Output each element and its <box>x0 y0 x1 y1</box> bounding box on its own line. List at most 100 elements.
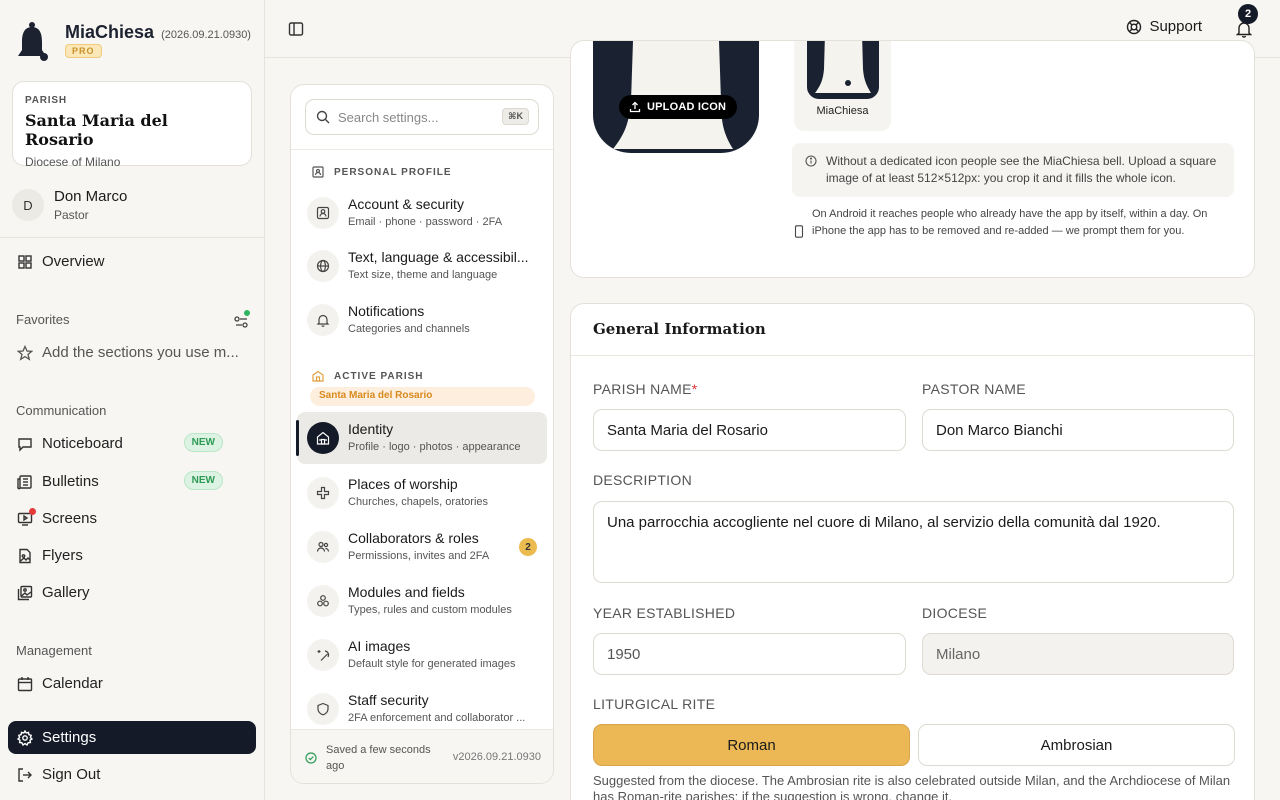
globe-icon <box>316 259 330 273</box>
required-asterisk: * <box>691 381 698 397</box>
settings-item-title: AI images <box>348 638 411 654</box>
app-icon-card: UPLOAD ICON MiaChiesa Without a dedicate… <box>570 40 1255 278</box>
settings-item-language[interactable]: Text, language & accessibil... Text size… <box>297 240 547 292</box>
settings-item-desc: 2FA enforcement and collaborator ... <box>348 712 526 724</box>
settings-item-identity[interactable]: Identity Profile · logo · photos · appea… <box>296 412 547 464</box>
settings-item-collaborators[interactable]: Collaborators & roles Permissions, invit… <box>297 521 547 573</box>
rite-roman-button[interactable]: Roman <box>593 724 910 766</box>
parish-card-label: PARISH <box>25 95 67 106</box>
settings-item-title: Modules and fields <box>348 584 465 600</box>
rite-ambrosian-button[interactable]: Ambrosian <box>918 724 1235 766</box>
icon-info-text: Without a dedicated icon people see the … <box>826 154 1217 185</box>
preview-app-name: MiaChiesa <box>816 105 869 117</box>
brand[interactable]: MiaChiesa (2026.09.21.0930) PRO <box>16 18 256 64</box>
nav-bulletins-label: Bulletins <box>42 473 99 490</box>
user-card-icon <box>316 206 330 220</box>
bell-logo-icon <box>18 22 48 61</box>
favorites-add-hint[interactable]: Add the sections you use m... <box>8 336 256 369</box>
settings-item-title: Collaborators & roles <box>348 530 479 546</box>
general-info-card: General Information PARISH NAME* Santa M… <box>570 303 1255 800</box>
pro-badge: PRO <box>65 44 102 58</box>
settings-item-modules[interactable]: Modules and fields Types, rules and cust… <box>297 575 547 627</box>
settings-item-account[interactable]: Account & security Email · phone · passw… <box>297 187 547 239</box>
parish-name-input[interactable]: Santa Maria del Rosario <box>593 409 906 451</box>
settings-item-title: Account & security <box>348 196 464 212</box>
settings-item-desc: Default style for generated images <box>348 658 516 670</box>
images-icon <box>17 585 33 600</box>
favorites-edit-icon[interactable] <box>234 310 250 328</box>
sidebar: MiaChiesa (2026.09.21.0930) PRO PARISH S… <box>0 0 265 800</box>
year-established-label: YEAR ESTABLISHED <box>593 605 736 621</box>
pastor-name-input[interactable]: Don Marco Bianchi <box>922 409 1234 451</box>
settings-item-title: Identity <box>348 421 394 437</box>
user-profile[interactable]: D Don Marco Pastor <box>12 185 252 225</box>
sparkle-brush-icon <box>317 650 330 661</box>
management-heading: Management <box>16 643 92 658</box>
personal-profile-heading: PERSONAL PROFILE <box>312 166 452 178</box>
info-icon <box>805 155 817 167</box>
file-image-icon <box>19 548 31 563</box>
nav-gallery[interactable]: Gallery <box>8 576 256 609</box>
settings-panel: ⌘K PERSONAL PROFILE Account & security E… <box>290 84 554 784</box>
nav-settings[interactable]: Settings <box>8 721 256 754</box>
settings-item-desc: Email · phone · password · 2FA <box>348 216 503 228</box>
settings-item-desc: Categories and channels <box>348 323 470 335</box>
parish-card-diocese: Diocese of Milano <box>25 155 121 169</box>
diocese-label: DIOCESE <box>922 605 988 621</box>
smartphone-icon <box>794 225 804 238</box>
nav-calendar[interactable]: Calendar <box>8 667 256 700</box>
settings-search[interactable]: ⌘K <box>305 99 539 135</box>
search-shortcut: ⌘K <box>502 108 529 125</box>
nav-overview[interactable]: Overview <box>8 245 256 278</box>
app-icon-preview[interactable]: UPLOAD ICON <box>593 41 759 153</box>
avatar: D <box>12 189 44 221</box>
support-button[interactable]: Support <box>1126 18 1202 35</box>
nav-flyers[interactable]: Flyers <box>8 539 256 572</box>
brand-version: (2026.09.21.0930) <box>161 29 251 41</box>
active-parish-heading: ACTIVE PARISH <box>312 370 424 382</box>
card-header: General Information <box>571 304 1254 356</box>
nav-flyers-label: Flyers <box>42 547 83 564</box>
nav-bulletins[interactable]: Bulletins NEW <box>8 465 256 498</box>
saved-status: Saved a few seconds ago <box>326 744 431 772</box>
search-input[interactable] <box>338 109 488 125</box>
settings-item-places[interactable]: Places of worship Churches, chapels, ora… <box>297 467 547 519</box>
upload-icon-label: UPLOAD ICON <box>647 101 727 113</box>
divider <box>0 237 265 238</box>
diocese-input: Milano <box>922 633 1234 675</box>
settings-item-ai-images[interactable]: AI images Default style for generated im… <box>297 629 547 681</box>
cross-icon <box>316 486 330 500</box>
nav-sign-out[interactable]: Sign Out <box>8 758 256 791</box>
small-app-icon <box>807 41 879 99</box>
parish-name-label: PARISH NAME* <box>593 381 698 397</box>
support-label: Support <box>1149 18 1202 35</box>
settings-item-title: Staff security <box>348 692 429 708</box>
nav-noticeboard[interactable]: Noticeboard NEW <box>8 427 256 460</box>
nav-screens[interactable]: Screens <box>8 502 256 535</box>
star-icon <box>17 344 33 361</box>
communication-heading: Communication <box>16 403 107 418</box>
pending-count-badge: 2 <box>519 538 537 556</box>
lifebuoy-icon <box>1127 19 1142 34</box>
year-established-input[interactable]: 1950 <box>593 633 906 675</box>
favorites-heading: Favorites <box>16 312 70 327</box>
description-textarea[interactable]: Una parrocchia accogliente nel cuore di … <box>593 501 1234 583</box>
settings-item-staff-security[interactable]: Staff security 2FA enforcement and colla… <box>297 683 547 735</box>
settings-item-notifications[interactable]: Notifications Categories and channels <box>297 294 547 346</box>
icon-info-box: Without a dedicated icon people see the … <box>792 143 1234 197</box>
settings-item-title: Notifications <box>348 303 425 319</box>
nav-sign-out-label: Sign Out <box>42 766 101 783</box>
notification-count-badge: 2 <box>1238 4 1258 24</box>
parish-card-name: Santa Maria del Rosario <box>25 111 168 149</box>
app-version: v2026.09.21.0930 <box>452 751 541 763</box>
search-icon <box>316 110 330 124</box>
message-icon <box>18 437 32 452</box>
upload-icon-button[interactable]: UPLOAD ICON <box>619 95 738 119</box>
rite-note: Suggested from the diocese. The Ambrosia… <box>593 773 1231 800</box>
shield-icon <box>317 702 329 716</box>
brand-name: MiaChiesa (2026.09.21.0930) <box>65 22 251 42</box>
parish-card[interactable]: PARISH Santa Maria del Rosario Diocese o… <box>12 81 252 169</box>
card-title: General Information <box>593 320 766 338</box>
sidebar-toggle-icon[interactable] <box>288 21 304 37</box>
grid-icon <box>18 254 32 269</box>
